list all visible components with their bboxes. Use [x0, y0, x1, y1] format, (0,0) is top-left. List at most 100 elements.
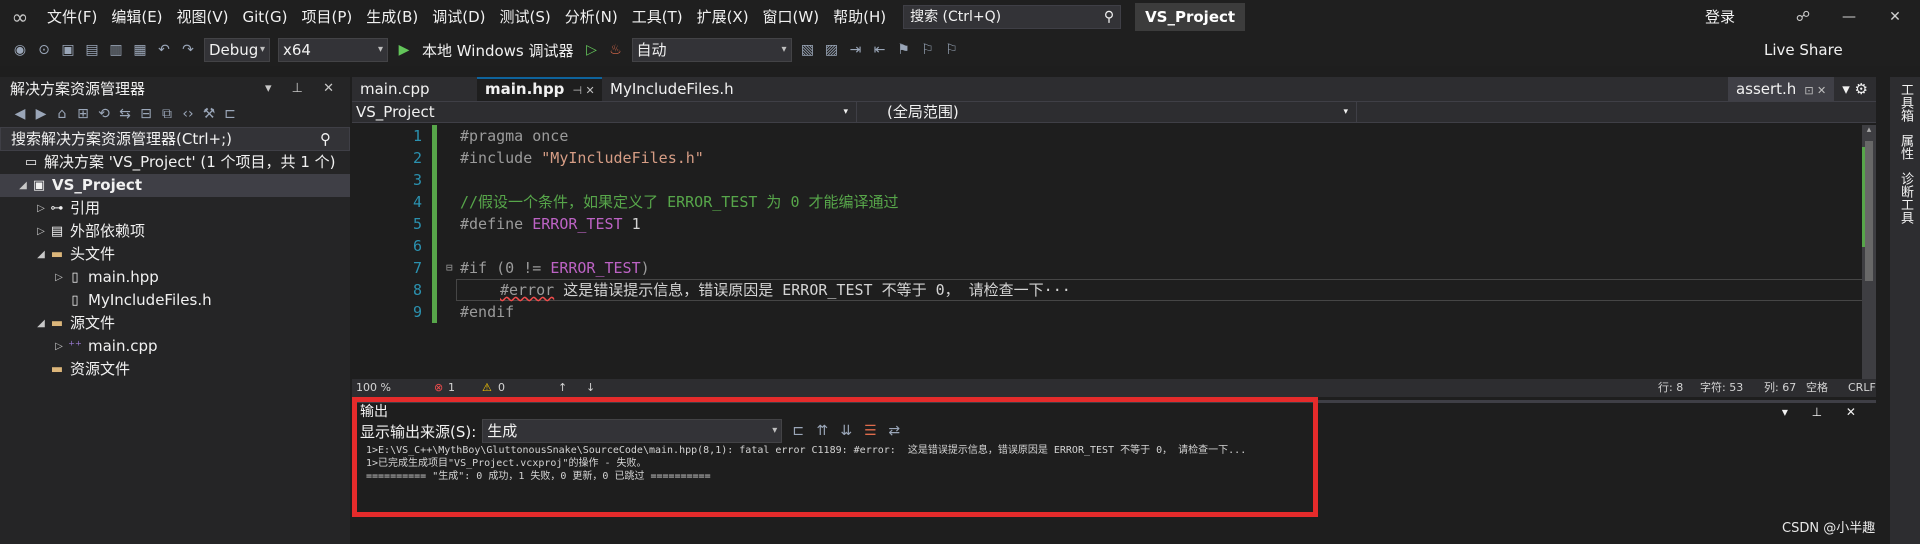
tree-header-files[interactable]: ◢ ▬ 头文件: [0, 243, 350, 266]
expand-icon[interactable]: ◢: [34, 243, 48, 266]
menu-window[interactable]: 窗口(W): [756, 0, 827, 34]
tree-external-deps[interactable]: ▷ ▤ 外部依赖项: [0, 220, 350, 243]
tree-solution[interactable]: ▭ 解决方案 'VS_Project' (1 个项目，共 1 个): [0, 151, 350, 174]
bookmark-icon[interactable]: ⚑: [894, 40, 914, 60]
menu-git[interactable]: Git(G): [236, 0, 295, 34]
home-icon[interactable]: ⌂: [54, 106, 70, 122]
tab-main-cpp[interactable]: main.cpp: [352, 77, 477, 101]
tree-main-cpp[interactable]: ▷ ⁺⁺ main.cpp: [0, 335, 350, 358]
outdent-icon[interactable]: ⇤: [870, 40, 890, 60]
scope-nav-select[interactable]: (全局范围) ▾: [857, 102, 1357, 122]
settings-icon[interactable]: ▾ ⚙: [1834, 77, 1876, 101]
panel-controls[interactable]: ▾ ⊥ ✕: [265, 77, 342, 101]
cursor-char: 字符: 53: [1700, 381, 1744, 394]
play-icon[interactable]: ▶: [394, 40, 414, 60]
show-all-files-icon[interactable]: ⧉: [159, 106, 175, 122]
menu-analyze[interactable]: 分析(N): [558, 0, 625, 34]
warning-icon[interactable]: ⚠: [482, 379, 492, 397]
minimize-button[interactable]: —: [1826, 0, 1872, 34]
header-file-icon: ▯: [71, 270, 79, 285]
toolbox-tab[interactable]: 工具箱: [1896, 77, 1915, 128]
tree-resource-files[interactable]: ▬ 资源文件: [0, 358, 350, 381]
forward-icon[interactable]: ⊙: [34, 40, 54, 60]
error-icon[interactable]: ⊗: [434, 379, 443, 397]
config-select[interactable]: Debug ▾: [204, 38, 270, 62]
run-without-debug-icon[interactable]: ▷: [582, 40, 602, 60]
pending-changes-icon[interactable]: ⟲: [96, 106, 112, 122]
scroll-thumb[interactable]: [1865, 141, 1873, 281]
project-name-badge[interactable]: VS_Project: [1135, 3, 1246, 31]
expand-icon[interactable]: ◢: [16, 174, 30, 197]
tree-source-files[interactable]: ◢ ▬ 源文件: [0, 312, 350, 335]
signin-link[interactable]: 登录: [1705, 0, 1735, 34]
tree-references[interactable]: ▷ ⊶ 引用: [0, 197, 350, 220]
tree-myincludefiles[interactable]: ▯ MyIncludeFiles.h: [0, 289, 350, 312]
tab-assert-h[interactable]: assert.h ⊡ ✕: [1727, 77, 1835, 101]
whitespace-mode[interactable]: 空格: [1806, 379, 1828, 397]
tab-myincludefiles[interactable]: MyIncludeFiles.h: [602, 77, 742, 101]
new-project-icon[interactable]: ▣: [58, 40, 78, 60]
menu-file[interactable]: 文件(F): [40, 0, 104, 34]
menu-view[interactable]: 视图(V): [170, 0, 236, 34]
code-line: 2 #include "MyIncludeFiles.h": [352, 147, 1862, 169]
indent-icon[interactable]: ⇥: [846, 40, 866, 60]
expand-icon[interactable]: ◢: [34, 312, 48, 335]
code-area[interactable]: 1 #pragma once 2 #include "MyIncludeFiles.…: [352, 125, 1872, 365]
tree-main-hpp[interactable]: ▷ ▯ main.hpp: [0, 266, 350, 289]
menu-test[interactable]: 测试(S): [493, 0, 558, 34]
collapse-icon[interactable]: ▷: [34, 220, 48, 243]
menu-help[interactable]: 帮助(H): [826, 0, 893, 34]
menu-debug[interactable]: 调试(D): [425, 0, 492, 34]
zoom-level[interactable]: 100 %: [356, 379, 391, 397]
switch-view-icon[interactable]: ⊞: [75, 106, 91, 122]
back-icon[interactable]: ◉: [10, 40, 30, 60]
solution-search-input[interactable]: 搜索解决方案资源管理器(Ctrl+;) ⚲: [0, 127, 350, 151]
sync-icon[interactable]: ⇆: [117, 106, 133, 122]
pin-icon[interactable]: ⊣ ✕: [572, 84, 594, 97]
menu-build[interactable]: 生成(B): [359, 0, 425, 34]
window-layout-icon[interactable]: ▨: [822, 40, 842, 60]
run-debugger-button[interactable]: 本地 Windows 调试器: [422, 40, 574, 61]
browse-icon[interactable]: ▧: [798, 40, 818, 60]
platform-select[interactable]: x64 ▾: [278, 38, 388, 62]
open-folder-icon[interactable]: ▤: [82, 40, 102, 60]
live-share-button[interactable]: Live Share: [1764, 34, 1843, 66]
forward-icon[interactable]: ▶: [33, 106, 49, 122]
fold-icon[interactable]: ⊟: [446, 257, 453, 279]
feedback-icon[interactable]: ☍: [1780, 0, 1826, 34]
collapse-icon[interactable]: ▷: [52, 335, 66, 358]
back-icon[interactable]: ◀: [12, 106, 28, 122]
properties-icon[interactable]: ⚒: [201, 106, 217, 122]
properties-tab[interactable]: 属性: [1896, 128, 1915, 166]
menu-project[interactable]: 项目(P): [295, 0, 360, 34]
save-icon[interactable]: ▥: [106, 40, 126, 60]
menu-edit[interactable]: 编辑(E): [104, 0, 169, 34]
preview-icon[interactable]: ⊏: [222, 106, 238, 122]
menu-extensions[interactable]: 扩展(X): [690, 0, 756, 34]
undo-icon[interactable]: ↶: [154, 40, 174, 60]
collapse-all-icon[interactable]: ⊟: [138, 106, 154, 122]
collapse-icon[interactable]: ▷: [34, 197, 48, 220]
auto-select[interactable]: 自动 ▾: [631, 38, 792, 62]
search-input[interactable]: 搜索 (Ctrl+Q) ⚲: [903, 5, 1122, 29]
code-icon[interactable]: ‹›: [180, 106, 196, 122]
line-ending[interactable]: CRLF: [1848, 379, 1876, 397]
collapse-icon[interactable]: ▷: [52, 266, 66, 289]
project-nav-select[interactable]: VS_Project ▾: [352, 102, 857, 122]
output-panel-controls[interactable]: ▾ ⊥ ✕: [1782, 403, 1866, 421]
tree-project[interactable]: ◢ ▣ VS_Project: [0, 174, 350, 197]
vertical-scrollbar[interactable]: ▴: [1862, 125, 1876, 379]
scroll-up-icon[interactable]: ▴: [1862, 125, 1876, 139]
arrow-up-icon[interactable]: ↑: [558, 379, 567, 397]
pin-icon[interactable]: ⊡ ✕: [1804, 84, 1826, 97]
save-all-icon[interactable]: ▦: [130, 40, 150, 60]
arrow-down-icon[interactable]: ↓: [586, 379, 595, 397]
bookmark-next-icon[interactable]: ⚐: [942, 40, 962, 60]
diagnostic-tools-tab[interactable]: 诊断工具: [1896, 166, 1915, 230]
hot-reload-icon[interactable]: ♨: [606, 40, 626, 60]
bookmark-prev-icon[interactable]: ⚐: [918, 40, 938, 60]
redo-icon[interactable]: ↷: [178, 40, 198, 60]
menu-tools[interactable]: 工具(T): [625, 0, 690, 34]
close-window-button[interactable]: ✕: [1872, 0, 1918, 34]
tab-main-hpp[interactable]: main.hpp ⊣ ✕: [477, 77, 602, 101]
